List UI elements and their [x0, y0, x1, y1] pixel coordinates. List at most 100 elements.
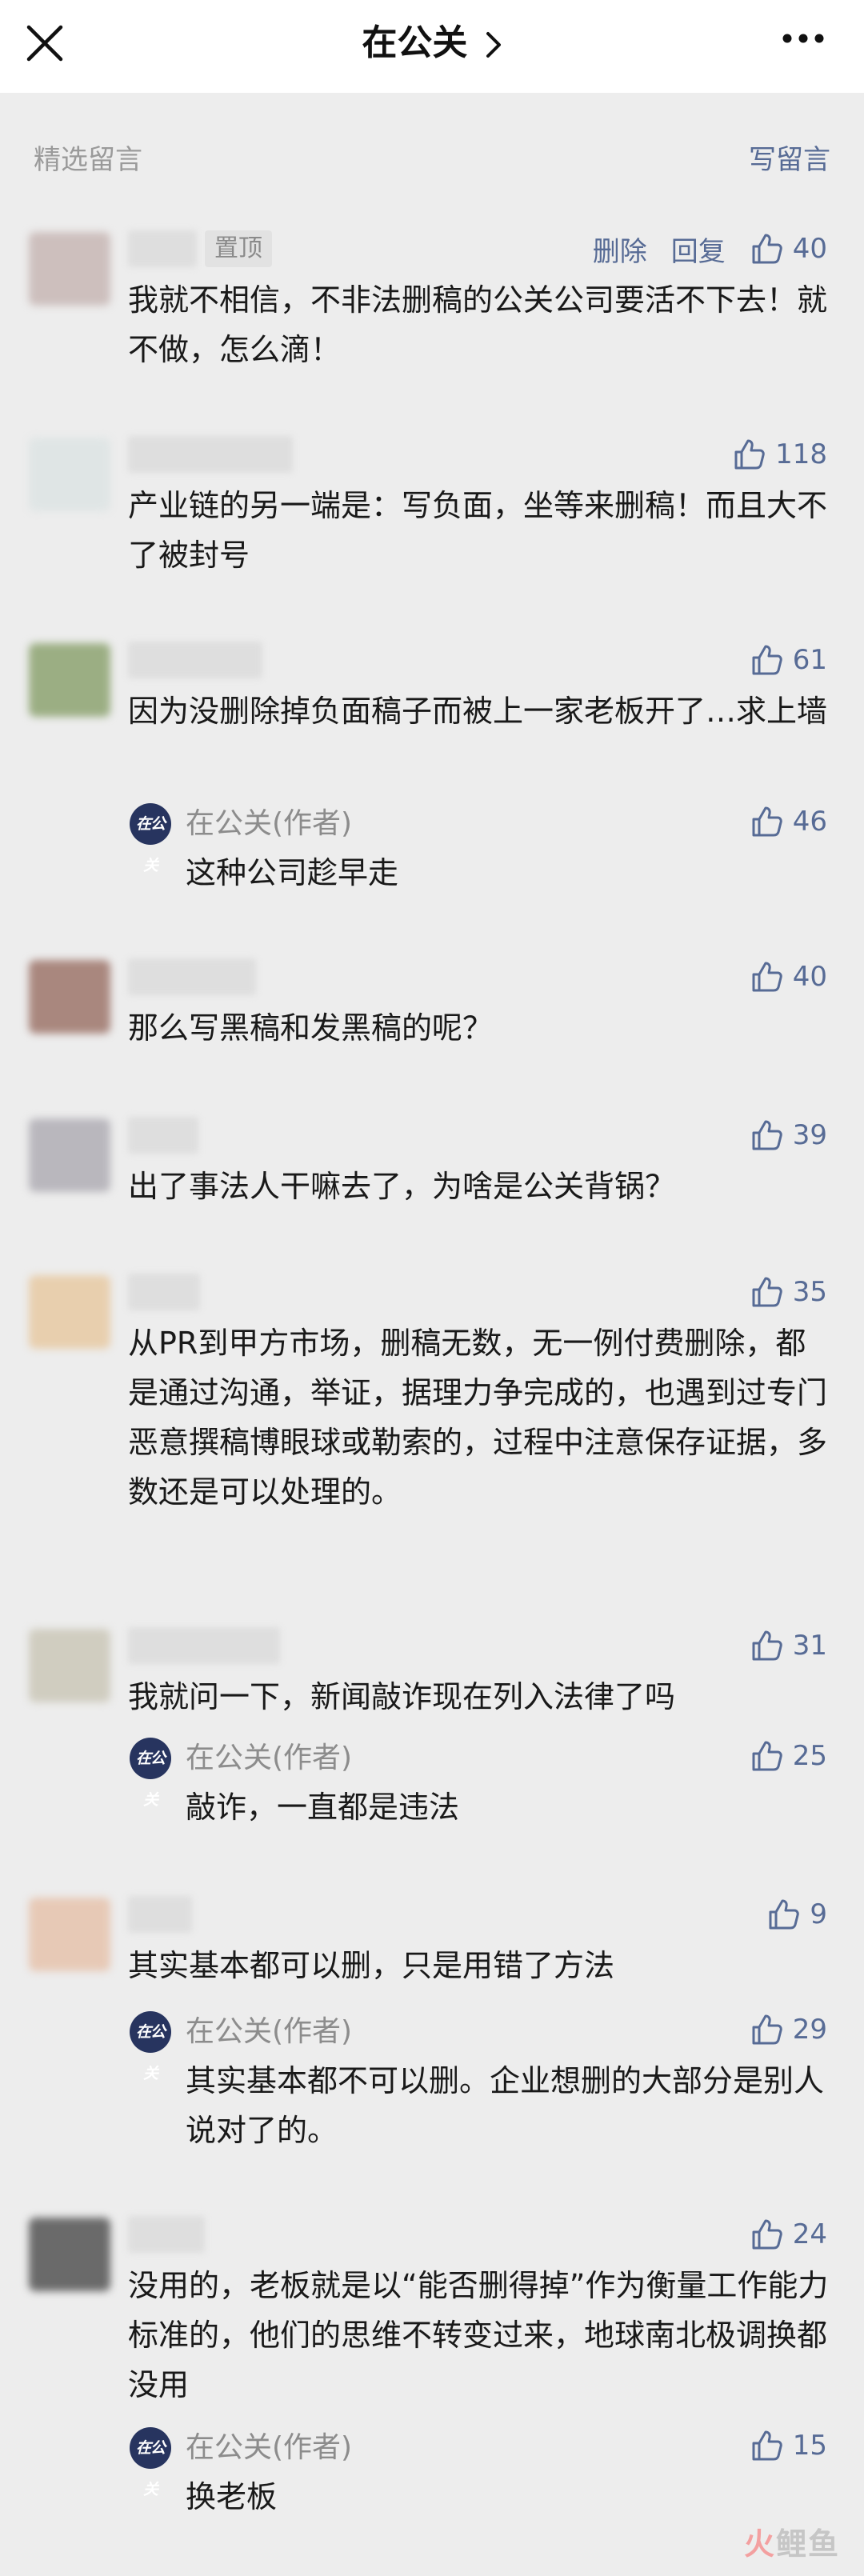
author-avatar: 在公关 [130, 2011, 171, 2082]
avatar [29, 2218, 110, 2291]
page-title[interactable]: 在公关 [0, 18, 864, 69]
reply-actions: 25 [750, 1738, 827, 1774]
user-name-blurred [128, 1274, 200, 1310]
like-button[interactable]: 31 [750, 1629, 827, 1662]
user-name-blurred [128, 230, 197, 267]
avatar [29, 643, 110, 717]
like-count: 29 [792, 2014, 827, 2046]
author-avatar: 在公关 [130, 803, 171, 874]
user-name-blurred [128, 1627, 280, 1664]
more-horizontal-icon[interactable] [779, 22, 827, 54]
thumbs-up-icon [752, 1741, 782, 1771]
comment-actions: 118 [732, 436, 827, 473]
thumbs-up-icon [752, 2219, 782, 2250]
reply-text: 其实基本都不可以删。企业想删的大部分是别人说对了的。 [186, 2063, 825, 2148]
comment-text: 产业链的另一端是：写负面，坐等来删稿！而且大不了被封号 [128, 488, 828, 573]
user-name-blurred [128, 958, 256, 995]
author-name: 在公关(作者) [186, 2015, 353, 2048]
like-count: 35 [792, 1276, 827, 1308]
like-button[interactable]: 15 [750, 2429, 827, 2462]
thumbs-up-icon [752, 2430, 782, 2461]
thumbs-up-icon [752, 806, 782, 837]
comment-actions: 61 [750, 642, 827, 678]
like-button[interactable]: 61 [750, 643, 827, 677]
comment-text: 从PR到甲方市场，删稿无数，无一例付费删除，都是通过沟通，举证，据理力争完成的，… [128, 1326, 828, 1510]
write-comment-link[interactable]: 写留言 [749, 136, 830, 184]
thumbs-up-icon [752, 2014, 782, 2045]
watermark-text: 鲤鱼 [775, 2526, 840, 2562]
author-avatar: 在公关 [130, 2427, 171, 2498]
author-avatar: 在公关 [130, 1738, 171, 1809]
like-button[interactable]: 118 [732, 438, 827, 471]
like-count: 31 [792, 1630, 827, 1662]
like-count: 40 [792, 233, 827, 265]
comment-text: 那么写黑稿和发黑稿的呢？ [128, 1010, 494, 1046]
thumbs-up-icon [752, 1630, 782, 1661]
like-count: 46 [792, 806, 827, 838]
thumbs-up-icon [752, 1120, 782, 1150]
comment-text: 其实基本都可以删，只是用错了方法 [128, 1948, 615, 1983]
comment-text: 没用的，老板就是以“能否删得掉”作为衡量工作能力标准的，他们的思维不转变过来，地… [128, 2268, 829, 2402]
thumbs-up-icon [734, 439, 765, 470]
like-button[interactable]: 39 [750, 1118, 827, 1152]
user-name-blurred [128, 436, 293, 473]
comment-actions: 删除 回复 40 [593, 230, 827, 269]
comment-actions: 9 [766, 1896, 827, 1933]
thumbs-up-icon [752, 1277, 782, 1307]
author-name: 在公关(作者) [186, 2431, 353, 2464]
like-button[interactable]: 40 [750, 232, 827, 266]
comment-text: 我就不相信，不非法删稿的公关公司要活不下去！就不做，怎么滴！ [128, 282, 828, 367]
user-name-blurred [128, 1117, 198, 1154]
comment-text: 因为没删除掉负面稿子而被上一家老板开了…求上墙 [128, 694, 828, 729]
avatar [29, 1275, 110, 1349]
like-button[interactable]: 25 [750, 1739, 827, 1773]
like-button[interactable]: 24 [750, 2218, 827, 2251]
like-count: 24 [792, 2218, 827, 2250]
like-count: 9 [810, 1898, 827, 1930]
avatar [29, 1629, 110, 1702]
like-button[interactable]: 35 [750, 1275, 827, 1309]
like-button[interactable]: 29 [750, 2013, 827, 2046]
thumbs-up-icon [752, 645, 782, 675]
top-bar: 在公关 [0, 0, 864, 93]
like-count: 40 [792, 961, 827, 993]
like-button[interactable]: 40 [750, 960, 827, 994]
comment-actions: 39 [750, 1117, 827, 1154]
watermark: 火鲤鱼 [744, 2520, 840, 2568]
avatar [29, 960, 110, 1034]
like-count: 25 [792, 1740, 827, 1772]
comment-actions: 35 [750, 1274, 827, 1310]
page-title-text: 在公关 [362, 22, 468, 63]
author-name: 在公关(作者) [186, 807, 353, 840]
like-count: 39 [792, 1119, 827, 1151]
reply-text: 换老板 [186, 2479, 278, 2514]
pinned-badge: 置顶 [205, 230, 272, 267]
like-count: 118 [775, 438, 827, 470]
selected-comments-label: 精选留言 [34, 144, 142, 176]
user-name-blurred [128, 1896, 192, 1933]
reply-actions: 46 [750, 803, 827, 840]
reply-button[interactable]: 回复 [671, 230, 726, 269]
like-button[interactable]: 9 [766, 1898, 827, 1931]
comment-actions: 24 [750, 2216, 827, 2253]
thumbs-up-icon [769, 1899, 800, 1930]
reply-text: 敲诈，一直都是违法 [186, 1790, 460, 1825]
comment-actions: 31 [750, 1627, 827, 1664]
like-count: 61 [792, 644, 827, 676]
like-button[interactable]: 46 [750, 805, 827, 838]
avatar [29, 1898, 110, 1971]
like-count: 15 [792, 2430, 827, 2462]
thumbs-up-icon [752, 234, 782, 264]
thumbs-up-icon [752, 962, 782, 992]
delete-button[interactable]: 删除 [593, 230, 647, 269]
comments-header: 精选留言 写留言 [34, 136, 830, 184]
reply-actions: 15 [750, 2427, 827, 2464]
avatar [29, 1118, 110, 1192]
user-name-blurred [128, 2216, 205, 2253]
watermark-red-char: 火 [743, 2526, 776, 2562]
avatar [29, 438, 110, 511]
comment-text: 出了事法人干嘛去了，为啥是公关背锅？ [128, 1169, 676, 1204]
reply-text: 这种公司趁早走 [186, 855, 399, 890]
avatar [29, 232, 110, 306]
author-name: 在公关(作者) [186, 1742, 353, 1774]
